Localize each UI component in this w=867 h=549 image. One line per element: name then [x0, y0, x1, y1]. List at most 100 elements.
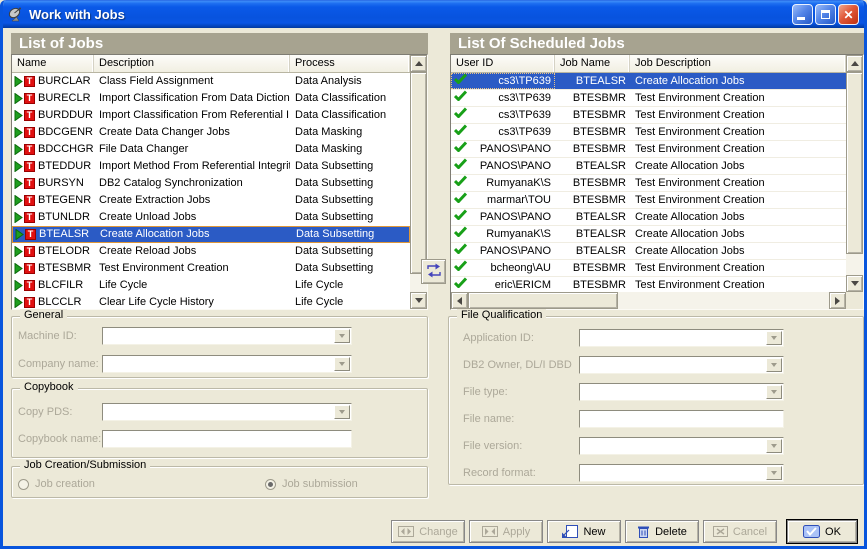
job-row[interactable]: TBLCCLRClear Life Cycle HistoryLife Cycl…: [12, 294, 410, 309]
job-row[interactable]: TBTEGENRCreate Extraction JobsData Subse…: [12, 192, 410, 209]
file-name-input[interactable]: [579, 410, 784, 428]
file-qualification-group-title: File Qualification: [457, 309, 546, 321]
scheduled-job-description: Test Environment Creation: [630, 141, 846, 157]
column-header-job-description[interactable]: Job Description: [630, 55, 846, 72]
chevron-down-icon[interactable]: [766, 439, 782, 453]
scheduled-job-row[interactable]: PANOS\PANOBTESBMRTest Environment Creati…: [451, 141, 846, 158]
scroll-down-button[interactable]: [410, 292, 427, 309]
job-row[interactable]: TBURDDURImport Classification From Refer…: [12, 107, 410, 124]
copybook-fields: Copy PDS:Copybook name:: [18, 403, 427, 448]
chevron-down-icon[interactable]: [334, 329, 350, 343]
scheduled-job-row[interactable]: cs3\TP639BTESBMRTest Environment Creatio…: [451, 90, 846, 107]
file-version-combobox[interactable]: [579, 437, 784, 455]
scrollbar-thumb[interactable]: [468, 292, 618, 309]
file-type-input[interactable]: [581, 385, 766, 399]
file-version-input[interactable]: [581, 439, 766, 453]
scheduled-job-row[interactable]: RumyanaK\SBTESBMRTest Environment Creati…: [451, 175, 846, 192]
scroll-right-button[interactable]: [829, 292, 846, 309]
scrollbar-thumb[interactable]: [410, 72, 427, 274]
db2-owner-dbd-input[interactable]: [581, 358, 766, 372]
job-row[interactable]: TBDCGENRCreate Data Changer JobsData Mas…: [12, 124, 410, 141]
new-button[interactable]: New: [547, 520, 621, 543]
column-header-name[interactable]: Name: [12, 55, 94, 72]
user-id: cs3\TP639: [498, 90, 551, 106]
job-row[interactable]: TBURECLRImport Classification From Data …: [12, 90, 410, 107]
scheduled-job-row[interactable]: eric\ERICMBTESBMRTest Environment Creati…: [451, 277, 846, 292]
copy-pds-combobox[interactable]: [102, 403, 352, 421]
scheduled-job-row[interactable]: cs3\TP639BTESBMRTest Environment Creatio…: [451, 107, 846, 124]
user-id: cs3\TP639: [498, 73, 551, 89]
machine-id-combobox[interactable]: [102, 327, 352, 345]
transfer-job-button[interactable]: [421, 259, 446, 284]
chevron-down-icon[interactable]: [334, 357, 350, 371]
scheduled-job-row[interactable]: PANOS\PANOBTEALSRCreate Allocation Jobs: [451, 158, 846, 175]
job-type-icon: T: [14, 178, 35, 189]
scheduled-job-row[interactable]: marmar\TOUBTESBMRTest Environment Creati…: [451, 192, 846, 209]
table-letter-icon: T: [24, 178, 35, 189]
chevron-down-icon[interactable]: [766, 466, 782, 480]
scroll-left-button[interactable]: [451, 292, 468, 309]
column-header-user-id[interactable]: User ID: [451, 55, 555, 72]
column-header-process[interactable]: Process: [290, 55, 410, 72]
button-label: OK: [825, 526, 841, 538]
scheduled-job-description: Test Environment Creation: [630, 277, 846, 292]
scheduled-job-name: BTESBMR: [555, 277, 630, 292]
maximize-button[interactable]: [815, 4, 836, 25]
file-type-combobox[interactable]: [579, 383, 784, 401]
job-row[interactable]: TBLCFILRLife CycleLife Cycle: [12, 277, 410, 294]
column-header-description[interactable]: Description: [94, 55, 290, 72]
scrollbar-thumb[interactable]: [846, 72, 863, 254]
copy-pds-input[interactable]: [104, 405, 334, 419]
job-row[interactable]: TBTUNLDRCreate Unload JobsData Subsettin…: [12, 209, 410, 226]
job-row[interactable]: TBTEDDURImport Method From Referential I…: [12, 158, 410, 175]
chevron-down-icon[interactable]: [766, 331, 782, 345]
chevron-down-icon[interactable]: [766, 385, 782, 399]
apply-button: Apply: [469, 520, 543, 543]
scheduled-job-description: Create Allocation Jobs: [630, 226, 846, 242]
scheduled-job-row[interactable]: PANOS\PANOBTEALSRCreate Allocation Jobs: [451, 209, 846, 226]
job-process: Data Classification: [290, 90, 410, 107]
scroll-up-button[interactable]: [846, 55, 863, 72]
job-row[interactable]: TBURCLARClass Field AssignmentData Analy…: [12, 73, 410, 90]
check-icon: [454, 277, 467, 292]
copybook-name-input[interactable]: [102, 430, 352, 448]
scheduled-list-horizontal-scrollbar[interactable]: [451, 292, 846, 309]
scheduled-job-row[interactable]: PANOS\PANOBTEALSRCreate Allocation Jobs: [451, 243, 846, 260]
job-row[interactable]: TBURSYNDB2 Catalog SynchronizationData S…: [12, 175, 410, 192]
column-header-job-name[interactable]: Job Name: [555, 55, 630, 72]
apply-icon: [482, 526, 498, 537]
record-format-input[interactable]: [581, 466, 766, 480]
user-id: cs3\TP639: [498, 107, 551, 123]
job-row[interactable]: TBDCCHGRFile Data ChangerData Masking: [12, 141, 410, 158]
scheduled-job-row[interactable]: cs3\TP639BTEALSRCreate Allocation Jobs: [451, 73, 846, 90]
job-row[interactable]: TBTELODRCreate Reload JobsData Subsettin…: [12, 243, 410, 260]
company-name-combobox[interactable]: [102, 355, 352, 373]
scheduled-list-vertical-scrollbar[interactable]: [846, 55, 863, 292]
record-format-combobox[interactable]: [579, 464, 784, 482]
scheduled-job-description: Create Allocation Jobs: [630, 73, 846, 89]
db2-owner-dbd-combobox[interactable]: [579, 356, 784, 374]
chevron-down-icon[interactable]: [766, 358, 782, 372]
scheduled-job-row[interactable]: bcheong\AUBTESBMRTest Environment Creati…: [451, 260, 846, 277]
user-id: PANOS\PANO: [480, 209, 551, 225]
file-name-label: File name:: [463, 413, 579, 425]
job-row[interactable]: TBTESBMRTest Environment CreationData Su…: [12, 260, 410, 277]
scheduled-job-row[interactable]: cs3\TP639BTESBMRTest Environment Creatio…: [451, 124, 846, 141]
job-type-icon: T: [14, 93, 35, 104]
scroll-down-button[interactable]: [846, 275, 863, 292]
job-type-icon: T: [14, 263, 35, 274]
machine-id-input[interactable]: [104, 329, 334, 343]
minimize-button[interactable]: [792, 4, 813, 25]
job-row[interactable]: TBTEALSRCreate Allocation JobsData Subse…: [12, 226, 410, 243]
close-button[interactable]: ✕: [838, 4, 859, 25]
scroll-up-button[interactable]: [410, 55, 427, 72]
scheduled-job-row[interactable]: RumyanaK\SBTEALSRCreate Allocation Jobs: [451, 226, 846, 243]
job-process: Data Masking: [290, 124, 410, 141]
ok-button[interactable]: OK: [787, 520, 857, 543]
user-id: PANOS\PANO: [480, 158, 551, 174]
delete-button[interactable]: Delete: [625, 520, 699, 543]
application-id-input[interactable]: [581, 331, 766, 345]
chevron-down-icon[interactable]: [334, 405, 350, 419]
company-name-input[interactable]: [104, 357, 334, 371]
application-id-combobox[interactable]: [579, 329, 784, 347]
